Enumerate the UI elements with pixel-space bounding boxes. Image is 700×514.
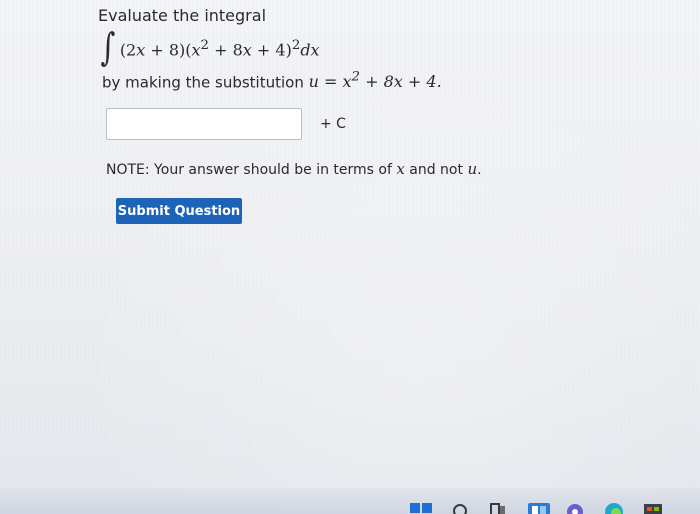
substitution-instruction: by making the substitution u = x2 + 8x +… bbox=[102, 70, 442, 91]
question-prompt: Evaluate the integral bbox=[98, 6, 267, 25]
edge-browser-icon[interactable] bbox=[604, 500, 624, 514]
answer-input[interactable] bbox=[106, 108, 302, 140]
integral-expression: ∫ (2x + 8)(x2 + 8x + 4)2dx bbox=[98, 25, 320, 69]
chat-icon[interactable] bbox=[566, 500, 584, 514]
search-icon[interactable] bbox=[452, 500, 468, 514]
taskbar bbox=[0, 488, 700, 514]
widgets-icon[interactable] bbox=[528, 500, 550, 514]
substitution-formula: u = x2 + 8x + 4. bbox=[308, 70, 442, 92]
integrand: (2x + 8)(x2 + 8x + 4)2dx bbox=[119, 38, 320, 60]
submit-question-button[interactable]: Submit Question bbox=[116, 198, 242, 224]
windows-start-icon[interactable] bbox=[410, 500, 432, 514]
note-middle: and not bbox=[404, 162, 468, 178]
task-view-icon[interactable] bbox=[490, 500, 506, 514]
note-prefix: NOTE: Your answer should be in terms of bbox=[106, 162, 397, 178]
note-var-x: x bbox=[396, 160, 405, 178]
note-var-u: u bbox=[467, 160, 478, 178]
note-text: NOTE: Your answer should be in terms of … bbox=[106, 160, 482, 178]
integral-sign: ∫ bbox=[100, 25, 116, 69]
plus-c-label: + C bbox=[320, 116, 346, 132]
substitution-text: by making the substitution bbox=[102, 73, 309, 92]
store-icon[interactable] bbox=[642, 500, 664, 514]
note-suffix: . bbox=[477, 162, 482, 178]
